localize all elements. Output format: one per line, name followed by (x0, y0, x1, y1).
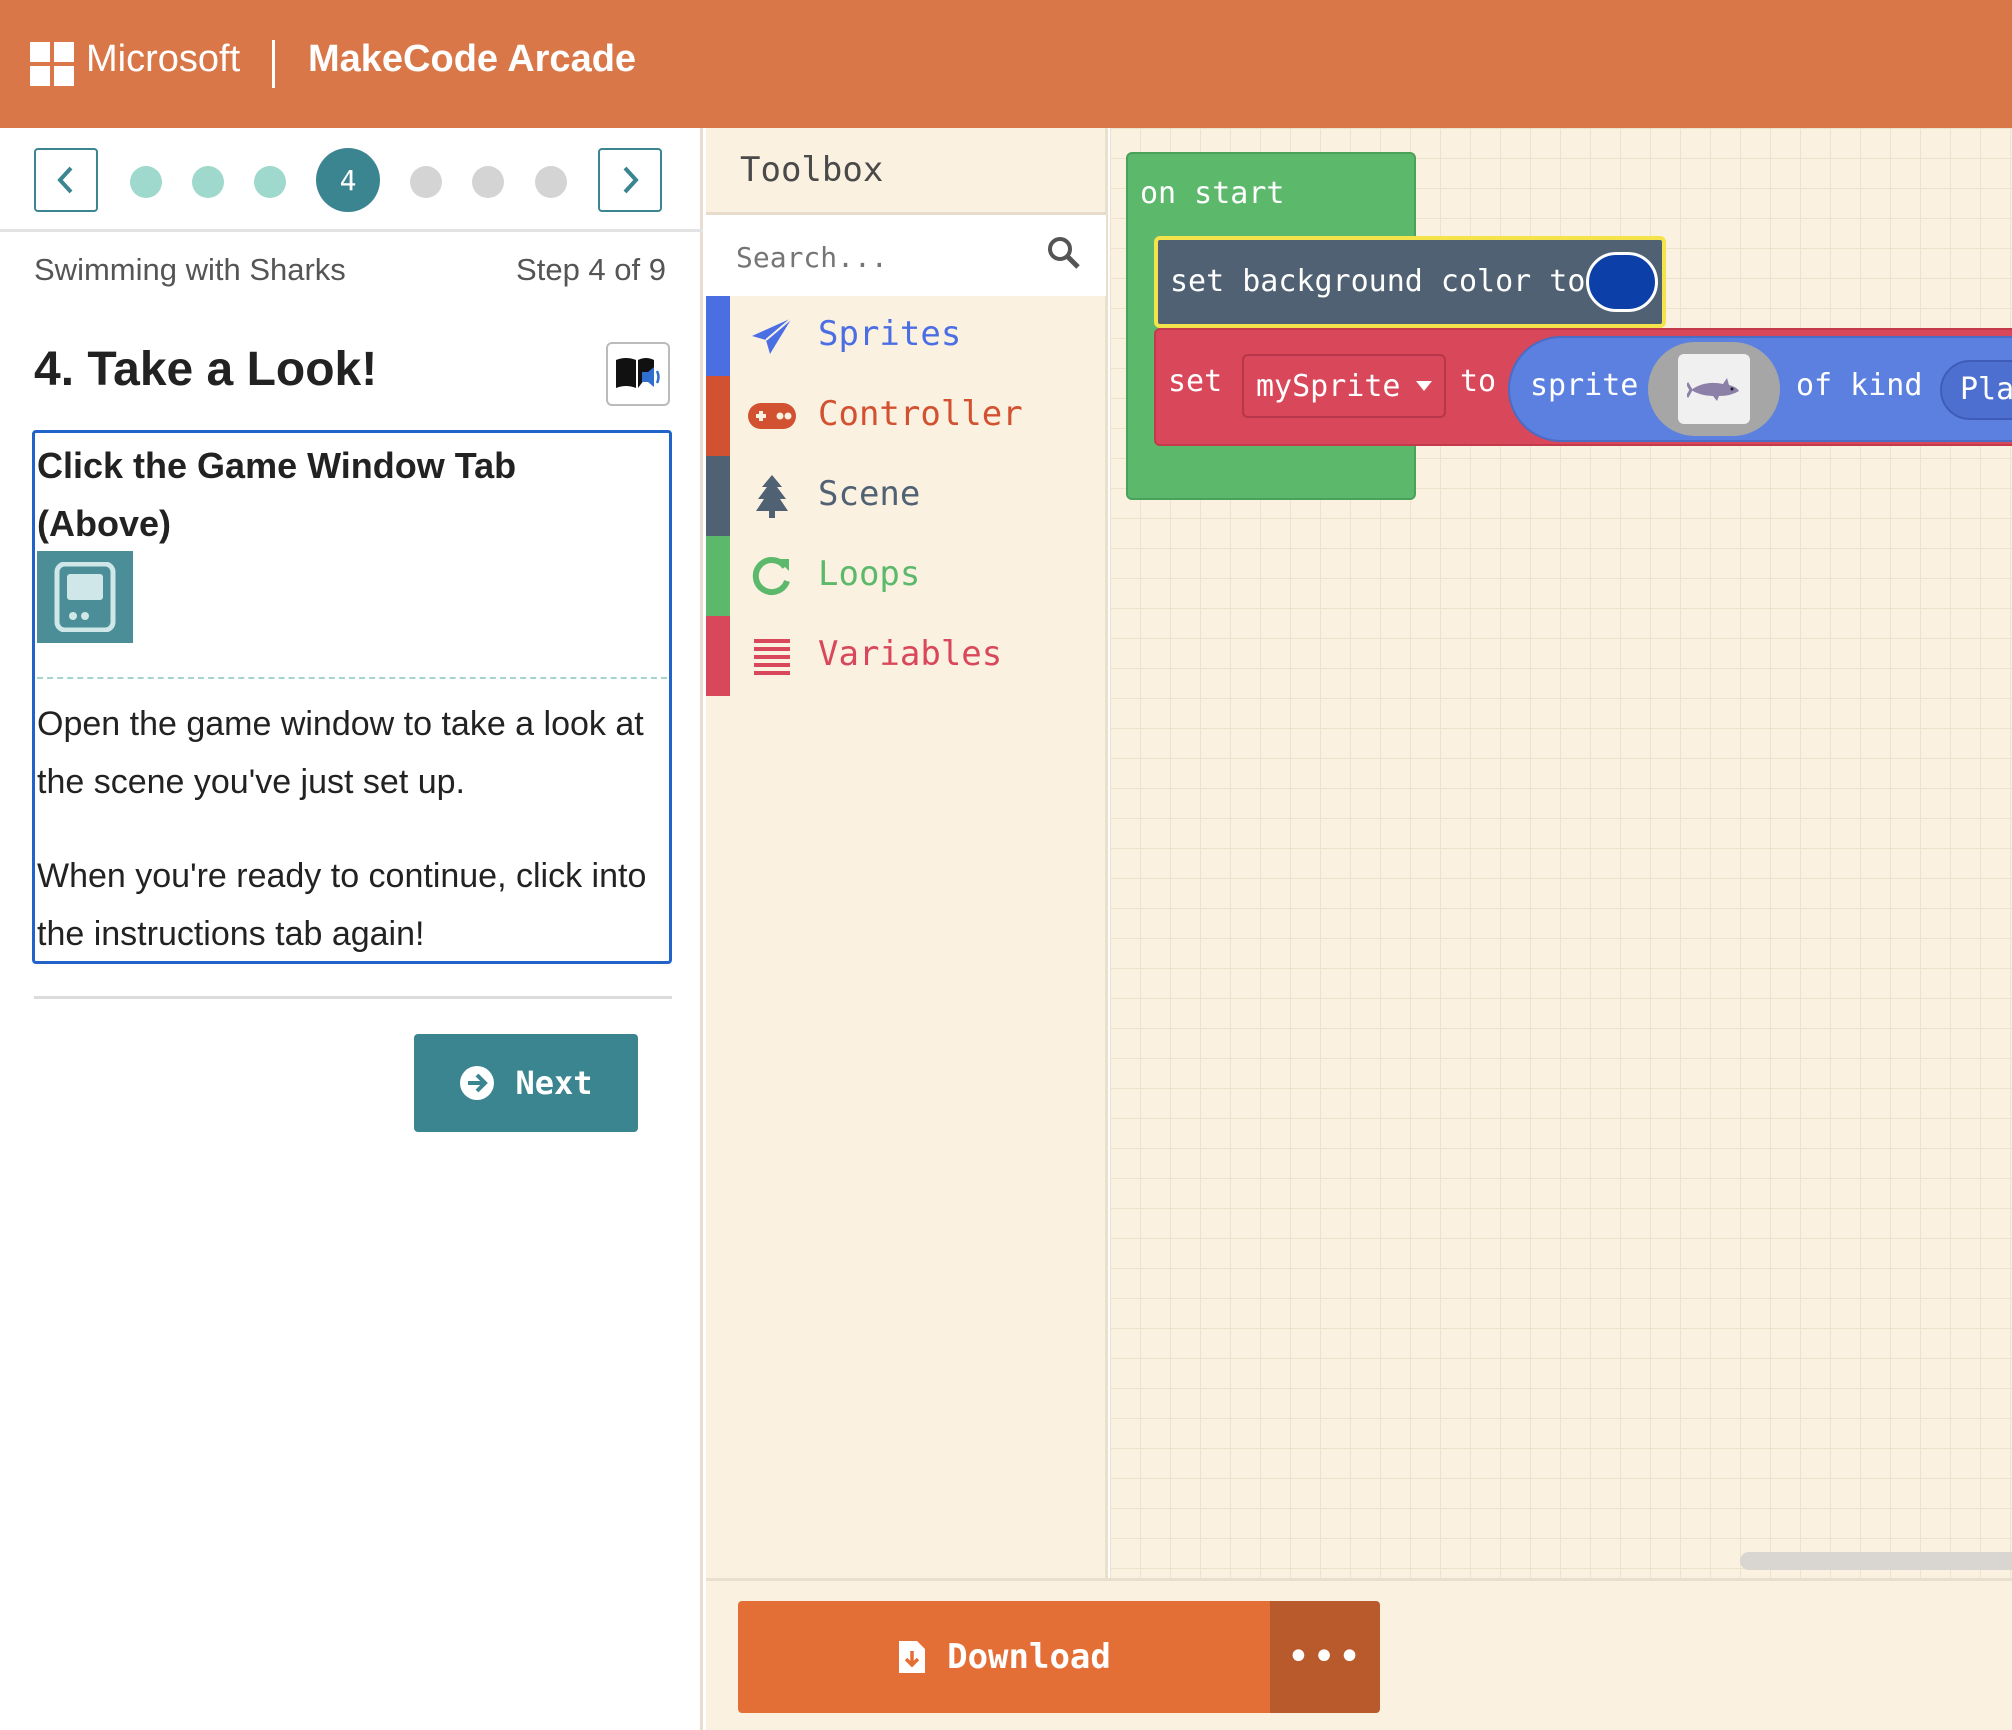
category-sprites[interactable]: Sprites (706, 296, 1106, 376)
app-title[interactable]: MakeCode Arcade (308, 38, 636, 81)
step-dot-7[interactable] (535, 166, 567, 198)
next-button-label: Next (515, 1064, 593, 1102)
shark-image-icon (1678, 354, 1750, 424)
step-counter: Step 4 of 9 (516, 252, 666, 287)
sprite-label: sprite (1530, 368, 1639, 403)
toolbox-search-input[interactable] (736, 235, 1036, 279)
search-icon[interactable] (1046, 235, 1082, 271)
arrow-circle-right-icon (460, 1066, 495, 1100)
more-options-button[interactable]: ••• (1270, 1601, 1380, 1713)
step-dot-6[interactable] (472, 166, 504, 198)
set-label: set (1168, 364, 1223, 399)
instruction-heading: Click the Game Window Tab (Above) (37, 445, 517, 544)
category-color-bar (706, 616, 730, 696)
toolbox-title: Toolbox (740, 150, 884, 190)
category-label: Variables (818, 634, 1003, 674)
category-color-bar (706, 456, 730, 536)
refresh-icon (746, 552, 798, 600)
category-controller[interactable]: Controller (706, 376, 1106, 456)
chevron-left-icon (57, 166, 73, 194)
next-button[interactable]: Next (414, 1034, 638, 1132)
book-audio-icon (616, 358, 660, 388)
gamepad-icon (746, 392, 798, 440)
list-icon (746, 632, 798, 680)
set-background-label: set background color to (1170, 264, 1586, 299)
category-color-bar (706, 296, 730, 376)
download-button[interactable]: Download (738, 1601, 1270, 1713)
horizontal-scrollbar[interactable] (1740, 1552, 2012, 1570)
dropdown-arrow-icon (1415, 381, 1432, 391)
color-picker-swatch[interactable] (1586, 252, 1658, 312)
step-dot-current[interactable]: 4 (316, 148, 380, 212)
read-aloud-button[interactable] (606, 342, 670, 406)
instruction-divider (37, 677, 667, 679)
category-label: Loops (818, 554, 921, 594)
header-divider (272, 40, 275, 88)
editor-bottom-bar: Download ••• (706, 1578, 2012, 1730)
microsoft-brand[interactable]: Microsoft (86, 38, 240, 81)
on-start-label: on start (1140, 176, 1285, 211)
create-sprite-block[interactable]: sprite of kind Play (1508, 336, 2012, 442)
instruction-paragraph-2: When you're ready to continue, click int… (37, 857, 647, 953)
tutorial-divider (34, 996, 672, 999)
variable-dropdown[interactable]: mySprite (1242, 354, 1446, 418)
category-scene[interactable]: Scene (706, 456, 1106, 536)
sprite-kind-dropdown[interactable]: Play (1940, 360, 2012, 420)
previous-step-button[interactable] (34, 148, 98, 212)
step-dot-5[interactable] (410, 166, 442, 198)
category-label: Controller (818, 394, 1023, 434)
tree-icon (746, 472, 798, 520)
microsoft-logo-icon (30, 42, 74, 86)
category-color-bar (706, 536, 730, 616)
next-step-arrow-button[interactable] (598, 148, 662, 212)
step-dot-1[interactable] (130, 166, 162, 198)
download-file-icon (899, 1641, 926, 1673)
tutorial-pane: 4 Swimming with Sharks Step 4 of 9 4. Ta… (0, 128, 703, 1730)
category-label: Sprites (818, 314, 962, 354)
step-dot-2[interactable] (192, 166, 224, 198)
tutorial-name: Swimming with Sharks (34, 252, 346, 287)
of-kind-label: of kind (1796, 368, 1923, 403)
step-dot-3[interactable] (254, 166, 286, 198)
paper-plane-icon (746, 312, 798, 360)
variable-name: mySprite (1256, 368, 1401, 404)
chevron-right-icon (623, 166, 639, 194)
game-window-tab-icon (37, 551, 133, 643)
step-title: 4. Take a Look! (34, 343, 378, 396)
to-label: to (1460, 364, 1497, 399)
step-progress-bar: 4 (0, 128, 703, 232)
category-loops[interactable]: Loops (706, 536, 1106, 616)
sprite-image-field[interactable] (1648, 342, 1780, 436)
instruction-box: Click the Game Window Tab (Above) Open t… (32, 430, 672, 964)
blocks-workspace[interactable]: on start set background color to set myS… (1110, 128, 2012, 1578)
app-header: Microsoft MakeCode Arcade (0, 0, 2012, 128)
download-label: Download (947, 1637, 1111, 1677)
toolbox-search (706, 212, 1106, 296)
toolbox: Toolbox Sprites Controller Scene Loops (706, 128, 1108, 1578)
instruction-paragraph-1: Open the game window to take a look at t… (37, 705, 644, 801)
set-sprite-block[interactable]: set mySprite to sprite of kind Play (1154, 328, 2012, 446)
category-label: Scene (818, 474, 921, 514)
set-background-color-block[interactable]: set background color to (1154, 236, 1666, 328)
category-variables[interactable]: Variables (706, 616, 1106, 696)
category-color-bar (706, 376, 730, 456)
